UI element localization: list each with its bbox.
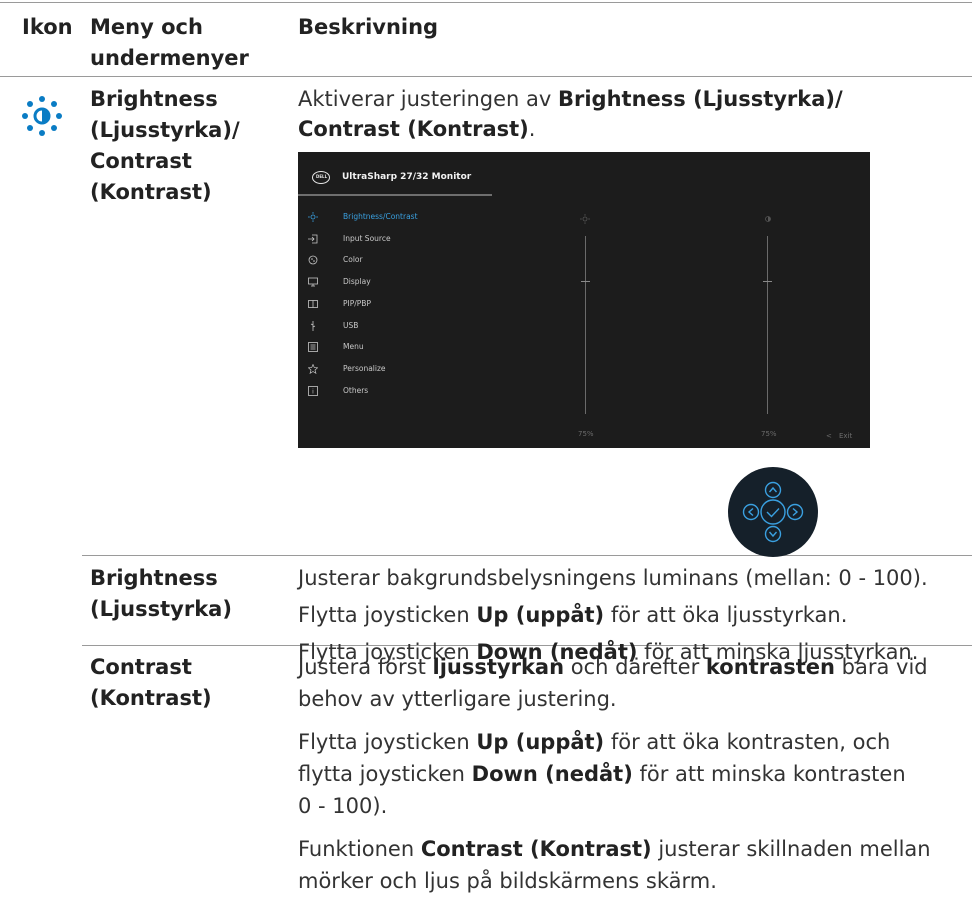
menu-icon (308, 342, 318, 352)
display-icon (308, 277, 318, 287)
contrast-p1-line1: Justera först ljusstyrkan och därefter k… (298, 652, 928, 682)
osd-brightness-track[interactable] (585, 236, 586, 414)
osd-screen: DELL UltraSharp 27/32 Monitor Brightness… (298, 152, 870, 448)
others-icon: i (308, 386, 318, 396)
osd-brightness-value: 75% (578, 430, 594, 438)
osd-exit-button[interactable]: Exit (839, 432, 852, 440)
osd-contrast-handle[interactable] (763, 280, 772, 282)
main-desc-line2: Contrast (Kontrast). (298, 114, 535, 144)
dell-logo-text: DELL (316, 174, 328, 179)
osd-contrast-value: 75% (761, 430, 777, 438)
menu-title-brightness-contrast-2: (Ljusstyrka)/ (90, 118, 240, 142)
header-desc-col: Beskrivning (298, 15, 439, 39)
main-desc-line1: Aktiverar justeringen av Brightness (Lju… (298, 84, 843, 114)
contrast-p1-post: bara vid (834, 655, 928, 679)
osd-menu-label: Input Source (343, 234, 391, 243)
osd-exit-chevron-icon: < (826, 432, 832, 440)
input-icon (308, 234, 318, 244)
contrast-p2-line2: flytta joysticken Down (nedåt) för att m… (298, 759, 906, 789)
row-rule-1 (82, 555, 972, 556)
contrast-p2-l1-pre: Flytta joysticken (298, 730, 477, 754)
osd-menu-label: Color (343, 255, 363, 264)
contrast-p2-l1-post: för att öka kontrasten, och (604, 730, 891, 754)
header-menu-col-line2: undermenyer (90, 46, 249, 70)
contrast-p3-bold: Contrast (Kontrast) (420, 837, 652, 861)
pip-icon (308, 300, 318, 308)
header-rule (0, 76, 972, 77)
contrast-p2-line1: Flytta joysticken Up (uppåt) för att öka… (298, 727, 890, 757)
contrast-p1-line2: behov av ytterligare justering. (298, 687, 617, 711)
osd-menu-label: Display (343, 277, 371, 286)
main-desc-post: . (528, 117, 536, 141)
main-desc-bold1: Brightness (Ljusstyrka)/ (557, 87, 843, 111)
osd-contrast-track[interactable] (767, 236, 768, 414)
menu-title-brightness-1: Brightness (90, 566, 218, 590)
menu-title-brightness-2: (Ljusstyrka) (90, 597, 232, 621)
contrast-p3-line1: Funktionen Contrast (Kontrast) justerar … (298, 834, 931, 864)
menu-title-contrast-1: Contrast (90, 655, 192, 679)
contrast-p2-l1-bold: Up (uppåt) (476, 730, 605, 754)
menu-title-brightness-contrast-3: Contrast (90, 149, 192, 173)
osd-menu-label: Menu (343, 342, 364, 351)
brightness-up-post: för att öka ljusstyrkan. (604, 603, 848, 627)
star-icon (308, 364, 318, 374)
sun-icon (308, 212, 318, 222)
svg-text:i: i (312, 389, 314, 396)
contrast-p3-post: justerar skillnaden mellan (651, 837, 931, 861)
brightness-sun-icon (20, 94, 64, 138)
contrast-p1-bold1: ljusstyrkan (432, 655, 565, 679)
osd-menu-label: Brightness/Contrast (343, 212, 418, 221)
osd-brightness-slider-icon (580, 214, 590, 224)
osd-title-underline (298, 194, 492, 196)
contrast-p2-l2-post: för att minska kontrasten (632, 762, 906, 786)
main-desc-bold2: Contrast (Kontrast) (298, 117, 529, 141)
osd-menu-label: Others (343, 386, 369, 395)
brightness-up-pre: Flytta joysticken (298, 603, 477, 627)
joystick (727, 466, 819, 558)
osd-menu-label: USB (343, 321, 359, 330)
osd-brightness-handle[interactable] (581, 280, 590, 282)
usb-icon (310, 321, 316, 331)
contrast-p1-bold2: kontrasten (705, 655, 835, 679)
menu-title-brightness-contrast-1: Brightness (90, 87, 218, 111)
main-desc-pre: Aktiverar justeringen av (298, 87, 558, 111)
osd-contrast-slider-icon (765, 216, 771, 222)
header-icon-col: Ikon (22, 15, 73, 39)
osd-title: UltraSharp 27/32 Monitor (342, 172, 472, 182)
menu-title-contrast-2: (Kontrast) (90, 686, 212, 710)
menu-title-brightness-contrast-4: (Kontrast) (90, 180, 212, 204)
contrast-p2-l2-bold: Down (nedåt) (471, 762, 633, 786)
contrast-p3-pre: Funktionen (298, 837, 421, 861)
dell-logo: DELL (312, 171, 330, 184)
header-menu-col-line1: Meny och (90, 15, 203, 39)
brightness-desc-line2: Flytta joysticken Up (uppåt) för att öka… (298, 600, 847, 630)
contrast-p1-mid: och därefter (564, 655, 706, 679)
contrast-p2-l2-pre: flytta joysticken (298, 762, 472, 786)
top-rule (0, 2, 972, 3)
osd-menu-label: PIP/PBP (343, 299, 371, 308)
contrast-p1-pre: Justera först (298, 655, 433, 679)
contrast-p3-line2: mörker och ljus på bildskärmens skärm. (298, 869, 717, 893)
osd-menu-label: Personalize (343, 364, 386, 373)
palette-icon (308, 255, 318, 265)
brightness-up-bold: Up (uppåt) (476, 603, 605, 627)
brightness-desc-line1: Justerar bakgrundsbelysningens luminans … (298, 566, 928, 590)
contrast-p2-line3: 0 - 100). (298, 794, 388, 818)
